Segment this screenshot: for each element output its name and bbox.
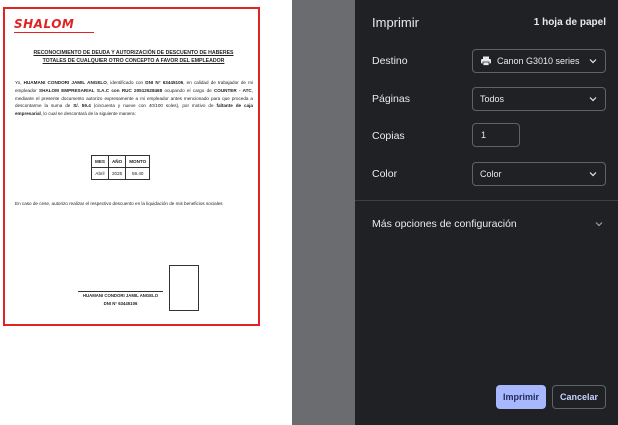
cancel-button[interactable]: Cancelar <box>552 385 606 409</box>
copies-input[interactable]: 1 <box>472 123 520 147</box>
cese-clause: En caso de cese, autorizo realizar el re… <box>15 201 223 206</box>
print-button[interactable]: Imprimir <box>496 385 546 409</box>
employee-role: COUNTER - ATC <box>213 87 252 93</box>
chevron-down-icon <box>595 222 603 227</box>
employee-name: HUAMANI CONDORI JAMIL ANGELO <box>23 80 107 85</box>
discount-table: MES AÑO MONTO Abril 2025 59.40 <box>91 155 151 180</box>
sheet-count: 1 hoja de papel <box>533 17 606 28</box>
print-settings-panel: Imprimir 1 hoja de papel Destino Canon G… <box>355 0 618 425</box>
document-title-line-1: RECONOCIMIENTO DE DEUDA Y AUTORIZACIÓN D… <box>33 50 234 56</box>
employee-dni: DNI N° 63445106 <box>145 80 184 85</box>
pages-select[interactable]: Todos <box>472 87 606 111</box>
paginas-label: Páginas <box>372 93 410 105</box>
document-content: SHALOM RECONOCIMIENTO DE DEUDA Y AUTORIZ… <box>3 7 260 326</box>
signature-dni: DNI N° 63445106 <box>103 301 138 306</box>
color-value: Color <box>480 169 502 179</box>
company-name: SHALOM EMPRESARIAL S.A.C con RUC 2051252… <box>39 87 163 93</box>
copias-label: Copias <box>372 130 405 142</box>
signature-block: HUAMANI CONDORI JAMIL ANGELO DNI N° 6344… <box>73 292 168 308</box>
body-text: , identificado con <box>106 80 146 85</box>
body-text: ocupando el cargo de <box>162 87 214 93</box>
logo-underline <box>14 32 94 33</box>
more-settings-toggle[interactable]: Más opciones de configuración <box>355 211 618 237</box>
company-logo: SHALOM <box>14 17 75 31</box>
debt-amount: S/. 59.4 <box>73 103 91 109</box>
body-text: , lo cual se descontará de la siguiente … <box>40 111 136 117</box>
table-header-cell: MES <box>91 155 109 168</box>
table-cell: 59.40 <box>125 167 151 180</box>
color-label: Color <box>372 168 398 180</box>
table-cell: 2025 <box>107 167 127 180</box>
chevron-down-icon <box>589 97 597 102</box>
more-settings-label: Más opciones de configuración <box>372 218 517 230</box>
color-select[interactable]: Color <box>472 162 606 186</box>
chevron-down-icon <box>589 172 597 177</box>
table-cell: Abril <box>91 167 109 180</box>
fingerprint-box <box>169 265 199 311</box>
table-row: Abril 2025 59.40 <box>91 167 151 180</box>
destination-value: Canon G3010 series <box>497 56 580 66</box>
pages-value: Todos <box>480 94 505 104</box>
printer-icon <box>481 56 491 66</box>
table-header-cell: MONTO <box>125 155 151 168</box>
document-title-line-2: TOTALES DE CUALQUIER OTRO CONCEPTO A FAV… <box>42 58 225 64</box>
print-preview-area: SHALOM RECONOCIMIENTO DE DEUDA Y AUTORIZ… <box>0 0 355 425</box>
chevron-down-icon <box>589 59 597 64</box>
destino-label: Destino <box>372 55 408 67</box>
table-header-cell: AÑO <box>107 155 127 168</box>
signature-name: HUAMANI CONDORI JAMIL ANGELO <box>82 293 159 298</box>
section-divider <box>355 200 618 201</box>
document-body: Yo, HUAMANI CONDORI JAMIL ANGELO, identi… <box>15 79 253 118</box>
document-title: RECONOCIMIENTO DE DEUDA Y AUTORIZACIÓN D… <box>11 49 256 65</box>
body-text: Yo, <box>15 80 24 85</box>
body-text: (cincuenta y nueve con 40/100 soles), po… <box>90 103 217 109</box>
table-header-row: MES AÑO MONTO <box>91 155 151 168</box>
destination-select[interactable]: Canon G3010 series <box>472 49 606 73</box>
panel-title: Imprimir <box>372 15 419 30</box>
preview-page: SHALOM RECONOCIMIENTO DE DEUDA Y AUTORIZ… <box>0 0 292 425</box>
